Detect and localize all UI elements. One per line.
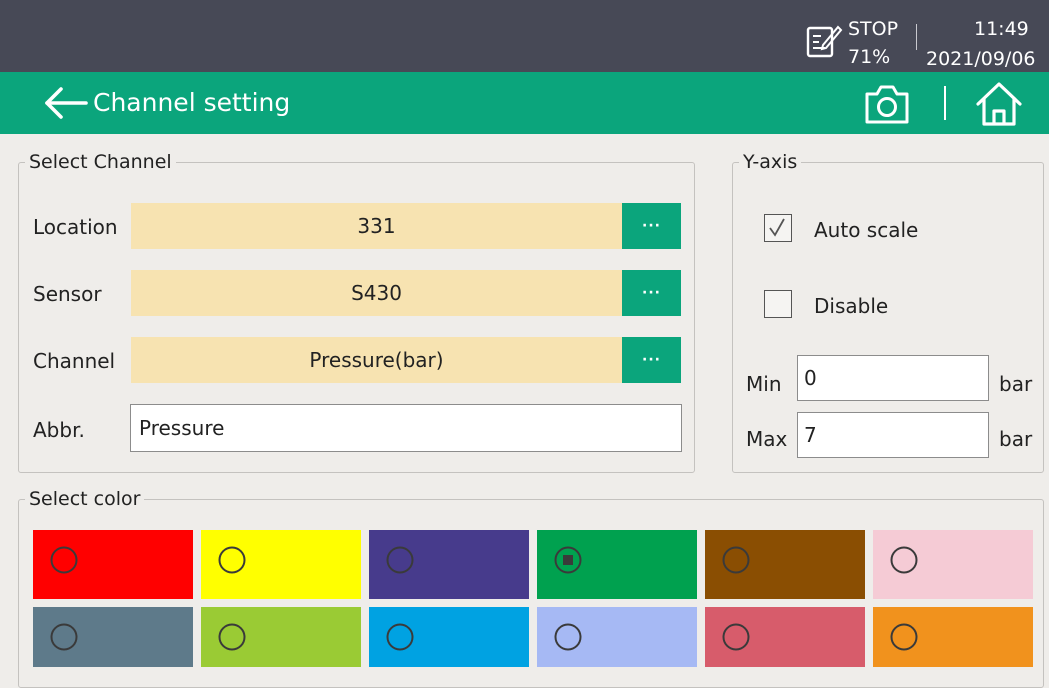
y-axis-legend: Y-axis <box>743 151 798 173</box>
select-channel-legend: Select Channel <box>29 151 172 173</box>
clock-time: 11:49 <box>974 18 1029 40</box>
color-swatch[interactable] <box>33 607 193 667</box>
sensor-value: S430 <box>351 281 402 305</box>
disable-label: Disable <box>814 294 889 318</box>
channel-select[interactable]: Pressure(bar) <box>131 337 622 383</box>
location-value: 331 <box>357 214 396 238</box>
radio-icon <box>386 623 414 651</box>
color-swatch[interactable] <box>705 530 865 599</box>
radio-icon <box>386 546 414 574</box>
auto-scale-checkbox[interactable] <box>764 214 792 242</box>
max-input[interactable] <box>797 412 989 458</box>
radio-icon <box>218 546 246 574</box>
radio-icon <box>890 623 918 651</box>
radio-icon <box>722 623 750 651</box>
radio-selected-icon <box>554 546 582 574</box>
sensor-label: Sensor <box>33 282 102 306</box>
min-unit: bar <box>999 372 1033 396</box>
location-label: Location <box>33 215 118 239</box>
location-select[interactable]: 331 <box>131 203 622 249</box>
color-swatch[interactable] <box>537 607 697 667</box>
color-swatch[interactable] <box>705 607 865 667</box>
abbr-input[interactable] <box>130 404 682 452</box>
min-label: Min <box>746 372 782 396</box>
clock-date: 2021/09/06 <box>926 48 1036 70</box>
channel-value: Pressure(bar) <box>309 348 444 372</box>
back-arrow-icon[interactable] <box>44 86 90 120</box>
sensor-more-button[interactable]: ··· <box>622 270 681 316</box>
radio-icon <box>554 623 582 651</box>
disable-checkbox[interactable] <box>764 290 792 318</box>
radio-icon <box>890 546 918 574</box>
color-swatch[interactable] <box>33 530 193 599</box>
abbr-label: Abbr. <box>33 418 85 442</box>
max-unit: bar <box>999 427 1033 451</box>
home-icon[interactable] <box>973 79 1025 129</box>
channel-label: Channel <box>33 349 116 373</box>
max-label: Max <box>746 427 788 451</box>
location-more-button[interactable]: ··· <box>622 203 681 249</box>
color-swatch[interactable] <box>873 607 1033 667</box>
check-mark-icon <box>769 218 785 237</box>
title-divider <box>944 86 946 120</box>
radio-icon <box>50 623 78 651</box>
sensor-select[interactable]: S430 <box>131 270 622 316</box>
radio-icon <box>722 546 750 574</box>
color-swatch[interactable] <box>369 530 529 599</box>
radio-icon <box>218 623 246 651</box>
channel-more-button[interactable]: ··· <box>622 337 681 383</box>
page-title: Channel setting <box>93 88 291 117</box>
edit-note-icon <box>806 25 843 58</box>
color-swatch[interactable] <box>201 530 361 599</box>
run-state: STOP <box>848 18 899 40</box>
min-input[interactable] <box>797 355 989 401</box>
status-divider <box>916 24 917 50</box>
battery-level: 71% <box>848 46 891 68</box>
color-swatch[interactable] <box>537 530 697 599</box>
camera-icon[interactable] <box>862 80 912 128</box>
radio-icon <box>50 546 78 574</box>
color-swatch[interactable] <box>201 607 361 667</box>
color-swatch[interactable] <box>873 530 1033 599</box>
auto-scale-label: Auto scale <box>814 218 919 242</box>
color-swatch[interactable] <box>369 607 529 667</box>
select-color-legend: Select color <box>29 488 141 510</box>
